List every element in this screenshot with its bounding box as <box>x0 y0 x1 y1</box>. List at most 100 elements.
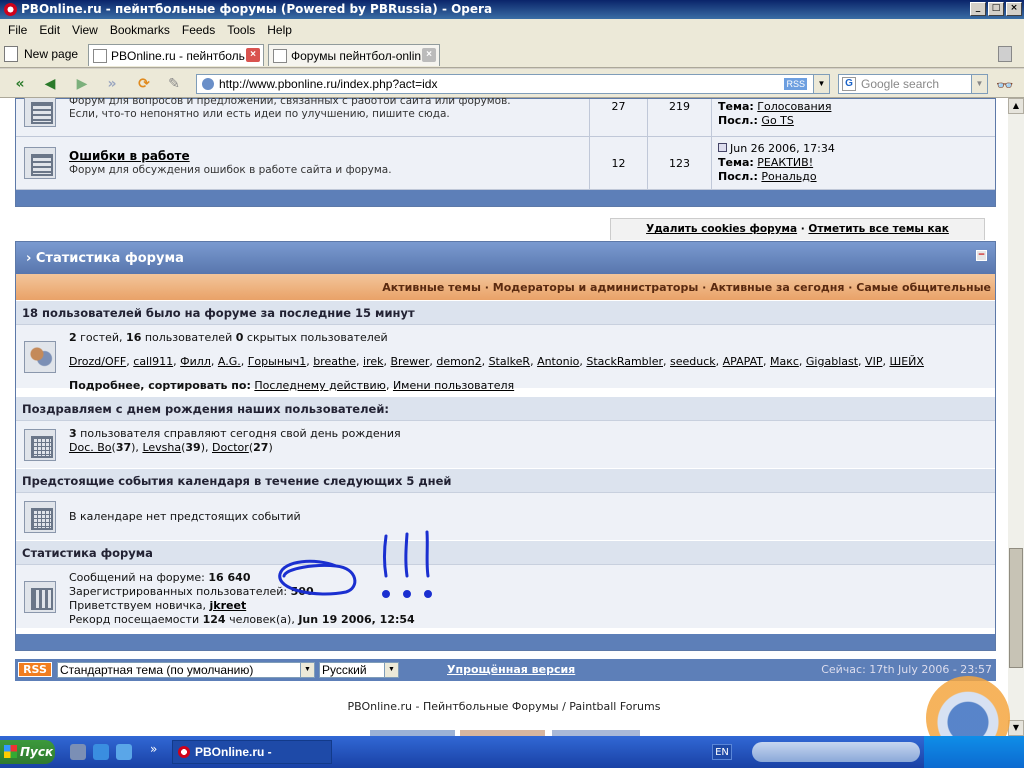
close-button[interactable]: × <box>1006 2 1022 16</box>
address-field[interactable]: http://www.pbonline.ru/index.php?act=idx… <box>196 74 830 94</box>
menu-feeds[interactable]: Feeds <box>176 23 221 37</box>
edit-icon[interactable]: ✎ <box>164 75 184 93</box>
fast-forward-icon[interactable]: » <box>102 75 122 93</box>
last-topic-link[interactable]: Голосования <box>757 100 831 113</box>
quicklaunch-icon[interactable] <box>70 744 86 760</box>
online-user-link[interactable]: Gigablast <box>806 355 858 368</box>
record-mid: человек(а), <box>229 613 295 626</box>
menu-bar: File Edit View Bookmarks Feeds Tools Hel… <box>0 19 1024 40</box>
window-title: PBOnline.ru - пейнтбольные форумы (Power… <box>21 2 493 16</box>
ie-icon[interactable] <box>93 744 109 760</box>
online-user-link[interactable]: Горыныч1 <box>248 355 306 368</box>
newest-member-link[interactable]: jkreet <box>210 599 247 612</box>
online-user-link[interactable]: ШЕЙХ <box>889 355 923 368</box>
online-user-link[interactable]: A.G. <box>218 355 241 368</box>
outlook-icon[interactable] <box>116 744 132 760</box>
birthday-user-link[interactable]: Doctor <box>212 441 249 454</box>
minimize-button[interactable]: _ <box>970 2 986 16</box>
tab-label: PBOnline.ru - пейнтболь... <box>111 48 255 63</box>
vertical-scrollbar[interactable]: ▲ ▼ <box>1008 98 1024 736</box>
search-input[interactable]: G Google search ▼ <box>838 74 988 94</box>
sort-by-name-link[interactable]: Имени пользователя <box>393 379 514 392</box>
copyright-text: PBOnline.ru - Пейнтбольные Форумы / Pain… <box>347 700 661 713</box>
menu-view[interactable]: View <box>66 23 104 37</box>
search-placeholder: Google search <box>861 77 940 91</box>
theme-select[interactable]: Стандартная тема (по умолчанию) ▼ <box>57 662 315 678</box>
by-label: Посл.: <box>718 170 758 183</box>
forum-stats-panel: › Статистика форума − Активные темы · Мо… <box>15 241 996 651</box>
stats-footer <box>16 634 995 650</box>
reload-icon[interactable]: ⟳ <box>134 75 154 93</box>
online-user-link[interactable]: Drozd/OFF <box>69 355 126 368</box>
online-user-link[interactable]: breathe <box>313 355 356 368</box>
scribble-dot <box>424 590 432 598</box>
menu-file[interactable]: File <box>2 23 33 37</box>
close-tab-icon[interactable]: × <box>422 48 436 62</box>
rss-button[interactable]: RSS <box>18 662 52 677</box>
online-user-link[interactable]: StalkeR <box>489 355 530 368</box>
online-user-link[interactable]: irek <box>363 355 383 368</box>
theme-value: Стандартная тема (по умолчанию) <box>60 663 254 677</box>
online-user-link[interactable]: demon2 <box>436 355 481 368</box>
online-user-link[interactable]: seeduck <box>670 355 716 368</box>
scroll-down-icon[interactable]: ▼ <box>1008 720 1024 736</box>
trash-icon[interactable] <box>998 46 1012 62</box>
lite-version-link[interactable]: Упрощённая версия <box>447 663 575 676</box>
scroll-up-icon[interactable]: ▲ <box>1008 98 1024 114</box>
online-user-link[interactable]: Antonio <box>537 355 579 368</box>
menu-bookmarks[interactable]: Bookmarks <box>104 23 176 37</box>
language-indicator[interactable]: EN <box>712 744 732 760</box>
stats-links[interactable]: Активные темы · Модераторы и администрат… <box>16 274 995 300</box>
page-viewport: Форум для вопросов и предложений, связан… <box>0 98 1008 736</box>
menu-tools[interactable]: Tools <box>221 23 261 37</box>
birthday-title: Поздравляем с днем рождения наших пользо… <box>16 396 995 420</box>
separator: · <box>800 223 805 235</box>
site-icon <box>202 78 214 90</box>
chevron-down-icon[interactable]: ▼ <box>971 75 987 93</box>
taskbar-item-opera[interactable]: PBOnline.ru - пейнтбо... <box>172 740 332 768</box>
online-user-link[interactable]: Brewer <box>391 355 430 368</box>
online-user-link[interactable]: Макс <box>770 355 799 368</box>
menu-edit[interactable]: Edit <box>33 23 66 37</box>
close-tab-icon[interactable]: × <box>246 48 260 62</box>
hidden-count: 0 <box>235 331 244 344</box>
online-user-link[interactable]: StackRambler <box>586 355 663 368</box>
last-post-icon[interactable] <box>718 143 727 152</box>
last-poster-link[interactable]: Go TS <box>761 114 793 127</box>
sort-by-last-action-link[interactable]: Последнему действию <box>254 379 386 392</box>
last-topic-link[interactable]: РЕАКТИВ! <box>757 156 813 169</box>
by-label: Посл.: <box>718 114 758 127</box>
record-date: Jun 19 2006, 12:54 <box>298 613 415 626</box>
tab-pbonline[interactable]: PBOnline.ru - пейнтболь... × <box>88 44 264 66</box>
language-select[interactable]: Русский ▼ <box>319 662 399 678</box>
online-user-link[interactable]: VIP <box>865 355 882 368</box>
start-button[interactable]: Пуск <box>0 740 55 764</box>
scroll-thumb[interactable] <box>1009 548 1023 668</box>
tab-forums[interactable]: Форумы пейнтбол-onlin... × <box>268 44 440 66</box>
new-page-button[interactable]: New page <box>4 46 78 62</box>
forum-name-link[interactable]: Ошибки в работе <box>69 149 190 163</box>
online-user-link[interactable]: call911 <box>133 355 173 368</box>
menu-help[interactable]: Help <box>261 23 298 37</box>
media-player-bar[interactable] <box>752 742 920 762</box>
back-icon[interactable]: ◀ <box>40 75 60 93</box>
online-user-link[interactable]: APAPAT <box>723 355 763 368</box>
user-label: пользователей <box>144 331 233 344</box>
maximize-button[interactable]: □ <box>988 2 1004 16</box>
birthday-user-link[interactable]: Levsha <box>142 441 181 454</box>
rewind-icon[interactable]: « <box>10 75 30 93</box>
forum-table: Форум для вопросов и предложений, связан… <box>15 98 996 207</box>
rss-feed-icon[interactable]: RSS <box>784 78 807 90</box>
post-count: Сообщений на форуме: 16 640 <box>69 571 250 584</box>
forward-icon[interactable]: ▶ <box>72 75 92 93</box>
online-user-link[interactable]: Филл <box>180 355 211 368</box>
forum-description: Форум для обсуждения ошибок в работе сай… <box>69 164 392 176</box>
glasses-icon[interactable]: 👓 <box>996 78 1013 94</box>
collapse-icon[interactable]: − <box>976 250 987 261</box>
delete-cookies-link[interactable]: Удалить cookies форума <box>646 223 797 235</box>
stats-header: › Статистика форума − <box>16 242 995 274</box>
birthday-user-link[interactable]: Doc. Bo <box>69 441 112 454</box>
more-icon[interactable]: » <box>150 742 157 756</box>
chevron-down-icon[interactable]: ▼ <box>813 75 829 93</box>
last-poster-link[interactable]: Рональдо <box>761 170 816 183</box>
